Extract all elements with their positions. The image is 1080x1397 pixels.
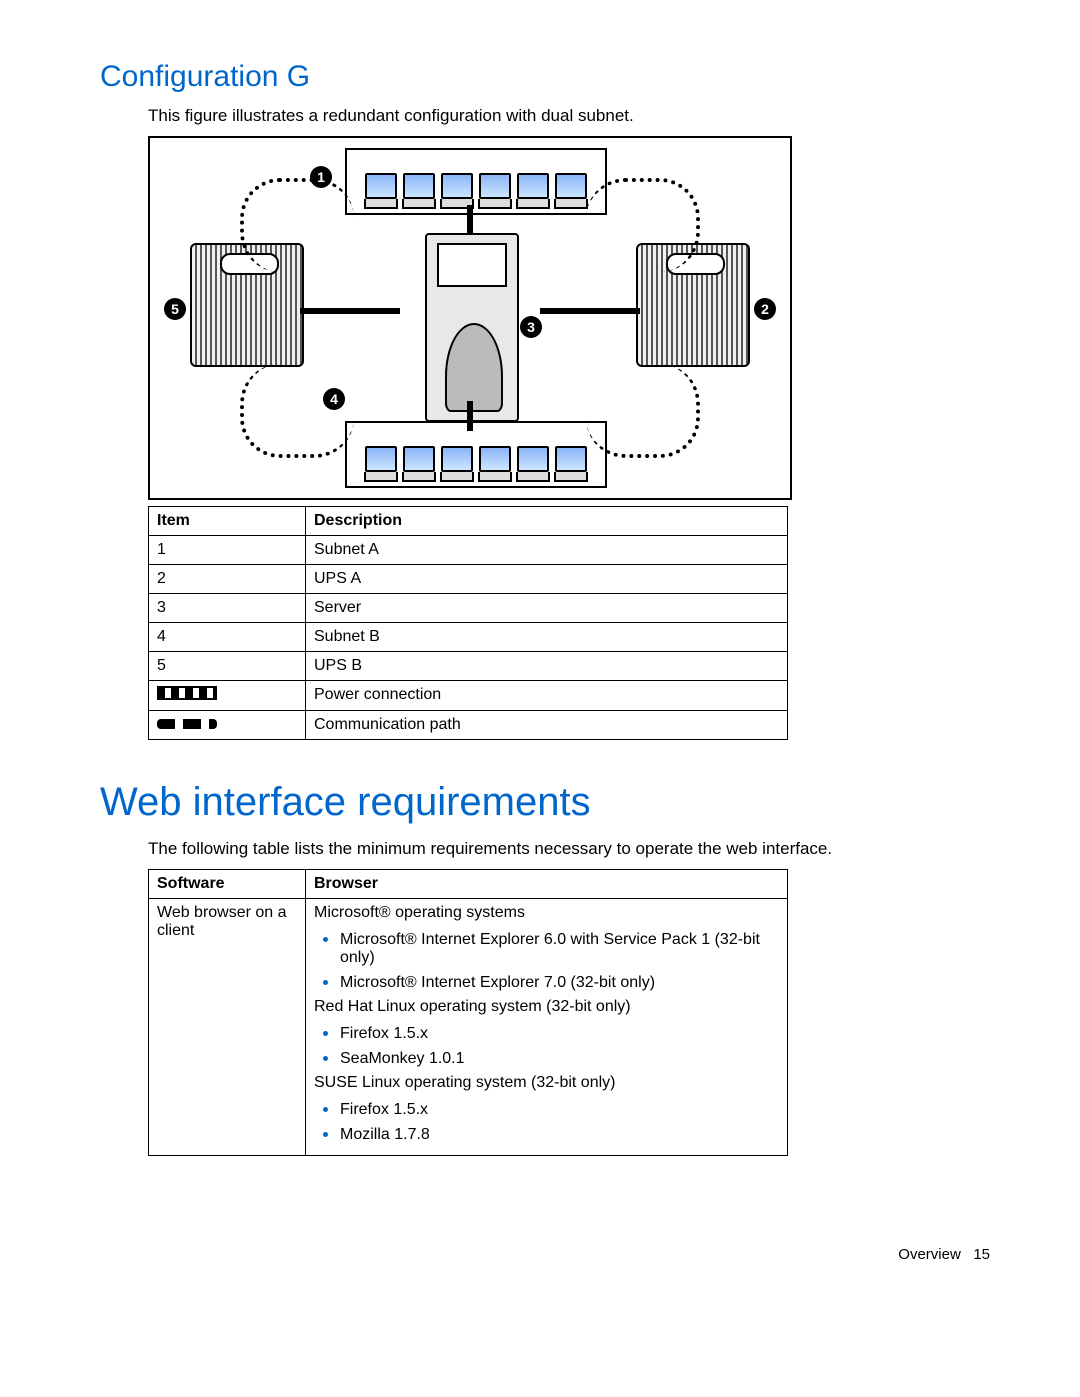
subnet-a [345,148,607,215]
table-row: 1Subnet A [149,536,788,565]
legend-table: Item Description 1Subnet A 2UPS A 3Serve… [148,506,788,740]
comm-cable-icon [467,205,473,235]
os-heading-microsoft: Microsoft® operating systems [314,904,779,922]
legend-header-item: Item [149,507,306,536]
req-browser-cell: Microsoft® operating systems Microsoft® … [306,899,788,1156]
os-heading-redhat: Red Hat Linux operating system (32-bit o… [314,998,779,1016]
table-row: Web browser on a client Microsoft® opera… [149,899,788,1156]
communication-path-icon [157,719,217,729]
config-g-figure: 1 2 3 4 5 [148,136,792,500]
server [425,233,519,422]
web-interface-intro: The following table lists the minimum re… [148,839,1000,859]
cable-icon [240,178,354,272]
power-connection-icon [157,686,217,700]
page-footer: Overview 15 [100,1246,1000,1263]
req-software-cell: Web browser on a client [149,899,306,1156]
list-item: Microsoft® Internet Explorer 7.0 (32-bit… [340,971,779,992]
callout-2: 2 [754,298,776,320]
table-row: 3Server [149,594,788,623]
comm-cable-icon [467,401,473,431]
table-row: Power connection [149,681,788,711]
section-heading-web-interface: Web interface requirements [100,780,1000,825]
callout-3: 3 [520,316,542,338]
callout-5: 5 [164,298,186,320]
list-item: Firefox 1.5.x [340,1098,779,1119]
footer-section: Overview [898,1246,961,1263]
config-g-intro: This figure illustrates a redundant conf… [148,106,1000,126]
cable-icon [586,178,700,272]
list-item: Firefox 1.5.x [340,1022,779,1043]
list-item: Microsoft® Internet Explorer 6.0 with Se… [340,928,779,967]
comm-cable-icon [540,308,640,314]
legend-header-desc: Description [306,507,788,536]
list-item: Mozilla 1.7.8 [340,1123,779,1144]
comm-cable-icon [300,308,400,314]
table-row: 4Subnet B [149,623,788,652]
table-row: 5UPS B [149,652,788,681]
list-item: SeaMonkey 1.0.1 [340,1047,779,1068]
callout-1: 1 [310,166,332,188]
cable-icon [586,364,700,458]
req-header-browser: Browser [306,870,788,899]
footer-page-number: 15 [973,1246,990,1263]
requirements-table: Software Browser Web browser on a client… [148,869,788,1156]
req-header-software: Software [149,870,306,899]
cable-icon [240,364,354,458]
section-heading-config-g: Configuration G [100,60,1000,94]
subnet-b [345,421,607,488]
os-heading-suse: SUSE Linux operating system (32-bit only… [314,1074,779,1092]
table-row: Communication path [149,711,788,740]
callout-4: 4 [323,388,345,410]
table-row: 2UPS A [149,565,788,594]
